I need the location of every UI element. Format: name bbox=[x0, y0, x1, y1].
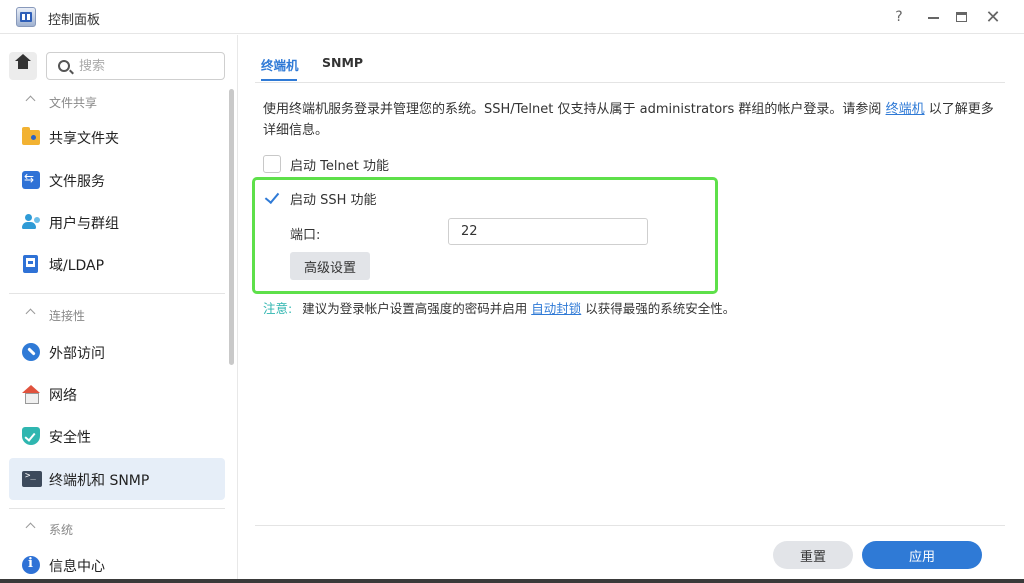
group-label: 文件共享 bbox=[49, 96, 98, 110]
tab-snmp[interactable]: SNMP bbox=[322, 55, 363, 70]
sidebar-item-label: 共享文件夹 bbox=[49, 131, 119, 147]
group-header-system[interactable]: 系统 bbox=[0, 519, 230, 539]
sidebar-item-label: 域/LDAP bbox=[49, 258, 105, 274]
sidebar: 文件共享 共享文件夹 文件服务 用户与群组 域/LDAP 连接性 外部访问 bbox=[0, 35, 238, 579]
sidebar-item-shared-folder[interactable]: 共享文件夹 bbox=[9, 116, 225, 158]
sidebar-item-domain-ldap[interactable]: 域/LDAP bbox=[9, 243, 225, 285]
reset-button[interactable]: 重置 bbox=[773, 541, 853, 569]
footer-divider bbox=[255, 525, 1005, 526]
chevron-up-icon bbox=[25, 95, 36, 106]
sidebar-item-label: 安全性 bbox=[49, 430, 91, 446]
sidebar-item-users-groups[interactable]: 用户与群组 bbox=[9, 201, 225, 243]
group-divider bbox=[9, 508, 225, 509]
sidebar-item-network[interactable]: 网络 bbox=[9, 373, 225, 415]
note-text: 建议为登录帐户设置高强度的密码并启用 bbox=[302, 301, 532, 316]
port-input[interactable] bbox=[448, 218, 648, 245]
window-title: 控制面板 bbox=[48, 13, 101, 28]
terminal-icon bbox=[22, 471, 42, 487]
telnet-option[interactable]: 启动 Telnet 功能 bbox=[263, 154, 389, 174]
control-panel-window: 控制面板 ? ✕ 文件共享 共享文件夹 文件服务 用户与群组 bbox=[0, 0, 1024, 579]
group-header-file-sharing[interactable]: 文件共享 bbox=[0, 92, 230, 112]
chevron-up-icon bbox=[25, 522, 36, 533]
auto-block-link[interactable]: 自动封锁 bbox=[531, 301, 581, 316]
minimize-icon bbox=[927, 17, 939, 19]
description-text: 使用终端机服务登录并管理您的系统。SSH/Telnet 仅支持从属于 admin… bbox=[263, 102, 886, 117]
note-label: 注意: bbox=[263, 301, 293, 316]
sidebar-item-label: 外部访问 bbox=[49, 346, 105, 362]
ssh-checkbox[interactable] bbox=[263, 189, 281, 207]
title-bar: 控制面板 ? ✕ bbox=[0, 0, 1024, 34]
sidebar-item-label: 信息中心 bbox=[49, 559, 105, 575]
search-icon bbox=[58, 60, 70, 72]
active-tab-indicator bbox=[261, 79, 297, 81]
note-text: 以获得最强的系统安全性。 bbox=[581, 301, 736, 316]
external-access-icon bbox=[22, 343, 40, 361]
sidebar-scrollbar[interactable] bbox=[229, 89, 234, 365]
control-panel-app-icon bbox=[16, 7, 36, 27]
telnet-label: 启动 Telnet 功能 bbox=[290, 158, 389, 174]
terminal-help-link[interactable]: 终端机 bbox=[886, 102, 925, 117]
main-content: 终端机 SNMP 使用终端机服务登录并管理您的系统。SSH/Telnet 仅支持… bbox=[239, 35, 1024, 579]
home-icon bbox=[15, 54, 31, 72]
maximize-icon bbox=[955, 12, 967, 22]
sidebar-item-label: 网络 bbox=[49, 388, 77, 404]
sidebar-item-terminal-snmp[interactable]: 终端机和 SNMP bbox=[9, 458, 225, 500]
tab-bar: 终端机 SNMP bbox=[255, 35, 1005, 83]
minimize-button[interactable] bbox=[922, 6, 944, 28]
ssh-label: 启动 SSH 功能 bbox=[290, 192, 377, 208]
search-box[interactable] bbox=[46, 52, 225, 80]
domain-ldap-icon bbox=[23, 255, 38, 273]
ssh-option[interactable]: 启动 SSH 功能 bbox=[263, 188, 377, 208]
terminal-description: 使用终端机服务登录并管理您的系统。SSH/Telnet 仅支持从属于 admin… bbox=[263, 99, 1003, 141]
sidebar-item-info-center[interactable]: 信息中心 bbox=[9, 544, 225, 579]
telnet-checkbox[interactable] bbox=[263, 155, 281, 173]
sidebar-item-label: 终端机和 SNMP bbox=[49, 473, 150, 489]
port-label: 端口: bbox=[290, 228, 321, 243]
sidebar-item-label: 文件服务 bbox=[49, 174, 105, 190]
apply-button[interactable]: 应用 bbox=[862, 541, 982, 569]
help-button[interactable]: ? bbox=[888, 6, 910, 28]
network-icon bbox=[22, 385, 40, 404]
group-label: 系统 bbox=[49, 523, 74, 537]
group-label: 连接性 bbox=[49, 309, 86, 323]
file-services-icon bbox=[22, 171, 40, 189]
shared-folder-icon bbox=[22, 127, 40, 145]
security-shield-icon bbox=[22, 427, 40, 445]
maximize-button[interactable] bbox=[950, 6, 972, 28]
group-divider bbox=[9, 293, 225, 294]
info-center-icon bbox=[22, 556, 40, 574]
users-groups-icon bbox=[22, 213, 40, 231]
sidebar-item-external-access[interactable]: 外部访问 bbox=[9, 331, 225, 373]
sidebar-item-file-services[interactable]: 文件服务 bbox=[9, 159, 225, 201]
close-button[interactable]: ✕ bbox=[982, 6, 1004, 28]
group-header-connectivity[interactable]: 连接性 bbox=[0, 305, 230, 325]
home-button[interactable] bbox=[9, 52, 37, 80]
security-note: 注意: 建议为登录帐户设置高强度的密码并启用 自动封锁 以获得最强的系统安全性。 bbox=[263, 298, 735, 317]
search-input[interactable] bbox=[79, 57, 219, 75]
sidebar-item-security[interactable]: 安全性 bbox=[9, 415, 225, 457]
advanced-settings-button[interactable]: 高级设置 bbox=[290, 252, 370, 280]
chevron-up-icon bbox=[25, 308, 36, 319]
sidebar-item-label: 用户与群组 bbox=[49, 216, 119, 232]
tab-terminal[interactable]: 终端机 bbox=[261, 55, 299, 74]
